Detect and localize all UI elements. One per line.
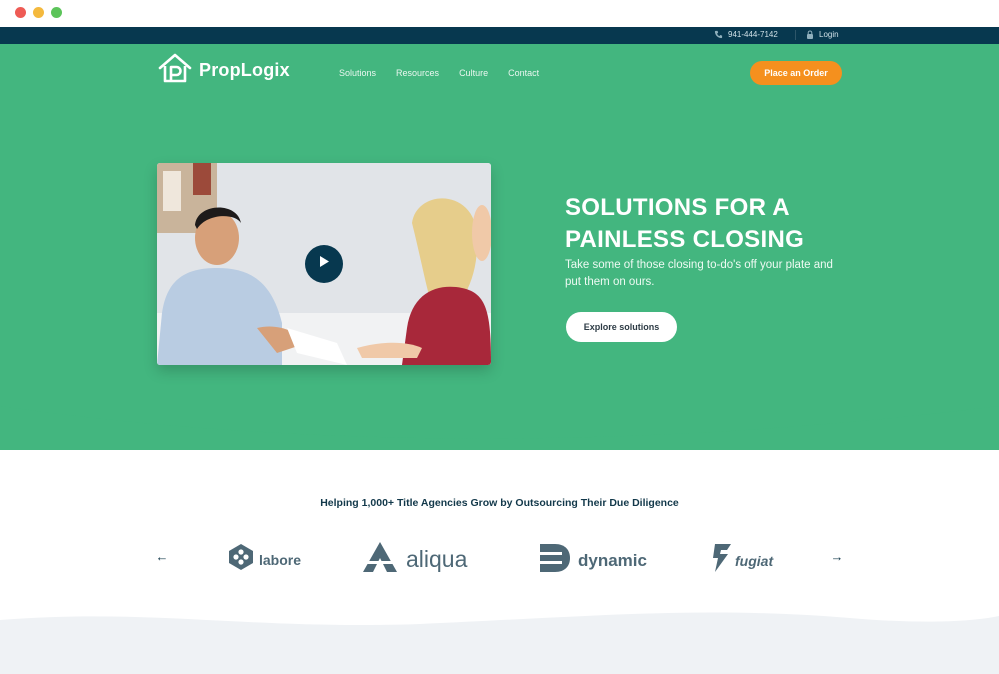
play-icon [318, 255, 330, 273]
partner-name-labore: labore [259, 551, 302, 568]
explore-solutions-button[interactable]: Explore solutions [566, 312, 677, 342]
partner-logo-fugiat: fugiat [712, 543, 773, 578]
nav-culture[interactable]: Culture [459, 68, 488, 78]
main-nav: Solutions Resources Culture Contact [339, 68, 539, 78]
proplogix-logo[interactable]: PropLogix [157, 52, 290, 89]
place-order-button[interactable]: Place an Order [750, 61, 842, 85]
minimize-window-button[interactable] [33, 7, 44, 18]
phone-icon [714, 30, 723, 39]
arrow-right-icon[interactable]: → [829, 549, 845, 565]
arrow-left-icon[interactable]: ← [154, 549, 170, 565]
lock-icon [806, 30, 814, 39]
partner-logo-labore: labore [228, 543, 301, 576]
hero-bottom-wave [0, 398, 999, 439]
topbar-divider [795, 30, 796, 40]
partner-name-fugiat: fugiat [735, 552, 774, 569]
nav-solutions[interactable]: Solutions [339, 68, 376, 78]
bottom-wave-decoration [0, 612, 999, 674]
a-logo-icon [362, 541, 398, 578]
partner-logo-aliqua: aliqua [362, 541, 467, 578]
headline-line-2: PAINLESS CLOSING [565, 226, 805, 253]
house-p-icon [157, 52, 193, 89]
play-video-button[interactable] [305, 245, 343, 283]
partner-name-aliqua: aliqua [406, 546, 468, 572]
logo-text: PropLogix [199, 60, 290, 80]
partners-heading: Helping 1,000+ Title Agencies Grow by Ou… [320, 497, 679, 509]
bolt-logo-icon [712, 543, 732, 578]
partner-logo-dynamic: dynamic [539, 543, 647, 578]
hero-video-thumbnail[interactable] [157, 163, 491, 365]
hero-headline: SOLUTIONS FOR A PAINLESS CLOSING [565, 192, 865, 256]
hero-subtext: Take some of those closing to-do's off y… [565, 259, 833, 288]
phone-number: 941-444-7142 [728, 30, 778, 39]
nav-resources[interactable]: Resources [396, 68, 439, 78]
browser-chrome [0, 0, 999, 27]
phone-link[interactable]: 941-444-7142 [714, 30, 778, 39]
login-label: Login [819, 30, 839, 39]
d-logo-icon [539, 543, 571, 578]
top-utility-bar: 941-444-7142 Login [0, 27, 999, 44]
close-window-button[interactable] [15, 7, 26, 18]
maximize-window-button[interactable] [51, 7, 62, 18]
partner-name-dynamic: dynamic [578, 550, 647, 570]
headline-line-1: SOLUTIONS FOR A [565, 194, 790, 221]
login-link[interactable]: Login [806, 30, 839, 39]
hexagon-logo-icon [228, 543, 254, 576]
nav-contact[interactable]: Contact [508, 68, 539, 78]
